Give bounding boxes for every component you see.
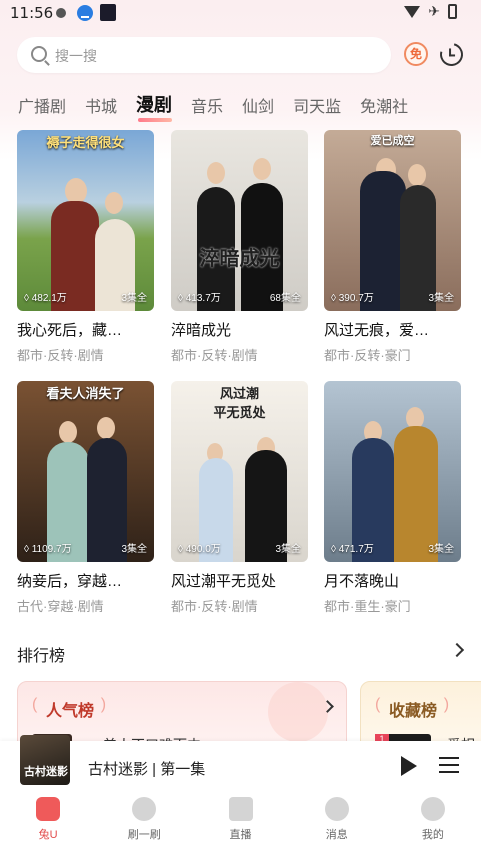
play-circle-icon [132, 797, 157, 821]
tab-2-active[interactable]: 漫剧 [136, 91, 173, 122]
home-icon [36, 797, 61, 821]
drama-poster[interactable]: 爱已成空 390.7万 3集全 [324, 130, 461, 311]
airplane-icon: ✈ [428, 3, 440, 19]
nav-label: 消息 [325, 829, 348, 841]
search-input[interactable]: 搜一搜 [17, 37, 391, 73]
nav-profile[interactable]: 我的 [385, 789, 481, 855]
tab-4[interactable]: 仙剑 [242, 93, 274, 119]
category-tabs: 广播剧 书城 漫剧 音乐 仙剑 司天监 免潮社 [18, 91, 408, 122]
nav-label: 我的 [421, 829, 444, 841]
drama-tags: 都市·反转·剧情 [17, 348, 104, 363]
drama-title: 月不落晚山 [324, 573, 400, 590]
drama-poster[interactable]: 风过潮 平无觅处 490.0万 3集全 [171, 381, 308, 562]
popular-ranking-title: 人气榜 [32, 696, 106, 721]
bottom-nav: 兔U 刷一刷 直播 消息 我的 [0, 789, 481, 855]
wifi-icon [404, 5, 421, 18]
drama-card[interactable]: 褥子走得很女 482.1万 3集全 我心死后，藏… 都市·反转·剧情 [17, 130, 154, 364]
player-thumbnail[interactable]: 古村迷影 [20, 735, 70, 785]
status-time: 11:56 [10, 4, 54, 22]
free-badge-icon[interactable]: 免 [404, 42, 428, 66]
drama-tags: 都市·反转·剧情 [171, 599, 258, 614]
player-thumb-text: 古村迷影 [24, 766, 68, 778]
view-count: 413.7万 [178, 289, 221, 304]
drama-title: 风过无痕，爱… [324, 322, 430, 339]
view-count: 482.1万 [24, 289, 67, 304]
nav-label: 直播 [229, 829, 252, 841]
decorative-blob [268, 682, 328, 742]
poster-text: 看夫人消失了 [46, 386, 125, 401]
drama-tags: 都市·反转·剧情 [171, 348, 258, 363]
poster-text: 爱已成空 [370, 135, 415, 147]
status-icons: ✈ [404, 3, 457, 20]
drama-card[interactable]: 爱已成空 390.7万 3集全 风过无痕，爱… 都市·反转·豪门 [324, 130, 461, 364]
tab-3[interactable]: 音乐 [191, 93, 223, 119]
playlist-icon[interactable] [439, 757, 459, 773]
nav-home[interactable]: 兔U [0, 789, 96, 855]
view-count: 490.0万 [178, 540, 221, 555]
ranking-header[interactable]: 排行榜 [17, 642, 65, 666]
search-icon [31, 46, 47, 62]
episode-count: 3集全 [428, 544, 454, 555]
nav-shuffle[interactable]: 刷一刷 [96, 789, 192, 855]
poster-text: 淬暗成光 [199, 248, 280, 270]
drama-title: 我心死后，藏… [17, 322, 123, 339]
chevron-right-icon[interactable] [449, 642, 465, 658]
profile-icon [420, 797, 445, 821]
drama-card[interactable]: 风过潮 平无觅处 490.0万 3集全 风过潮平无觅处 都市·反转·剧情 [171, 381, 308, 615]
drama-card[interactable]: 471.7万 3集全 月不落晚山 都市·重生·豪门 [324, 381, 461, 615]
poster-text: 褥子走得很女 [46, 135, 125, 150]
nav-label: 兔U [38, 829, 58, 841]
notification-dot-icon [56, 8, 66, 18]
drama-title: 纳妾后，穿越… [17, 573, 123, 590]
drama-tags: 都市·反转·豪门 [324, 348, 411, 363]
mini-player[interactable]: 古村迷影 古村迷影 | 第一集 [0, 735, 481, 789]
drama-card[interactable]: 看夫人消失了 1109.7万 3集全 纳妾后，穿越… 古代·穿越·剧情 [17, 381, 154, 615]
tab-6[interactable]: 免潮社 [360, 93, 408, 119]
drama-tags: 都市·重生·豪门 [324, 599, 411, 614]
poster-text: 风过潮 平无觅处 [213, 386, 266, 420]
episode-count: 3集全 [428, 293, 454, 304]
play-icon[interactable] [401, 756, 417, 776]
history-icon[interactable] [435, 38, 468, 71]
view-count: 390.7万 [331, 289, 374, 304]
drama-poster[interactable]: 看夫人消失了 1109.7万 3集全 [17, 381, 154, 562]
episode-count: 3集全 [275, 544, 301, 555]
nav-label: 刷一刷 [127, 829, 161, 841]
view-count: 1109.7万 [24, 540, 72, 555]
nav-live[interactable]: 直播 [192, 789, 288, 855]
episode-count: 3集全 [121, 544, 147, 555]
tab-1[interactable]: 书城 [85, 93, 117, 119]
search-placeholder: 搜一搜 [55, 48, 97, 64]
download-icon [77, 5, 93, 21]
player-title[interactable]: 古村迷影 | 第一集 [88, 758, 205, 779]
video-camera-icon [228, 797, 253, 821]
nav-messages[interactable]: 消息 [289, 789, 385, 855]
status-bar: 11:56 ✈ [0, 0, 481, 28]
view-count: 471.7万 [331, 540, 374, 555]
episode-count: 68集全 [269, 293, 301, 304]
drama-title: 淬暗成光 [171, 322, 232, 339]
app-notification-icon [100, 4, 116, 21]
drama-poster[interactable]: 淬暗成光 413.7万 68集全 [171, 130, 308, 311]
tab-0[interactable]: 广播剧 [18, 93, 66, 119]
drama-card[interactable]: 淬暗成光 413.7万 68集全 淬暗成光 都市·反转·剧情 [171, 130, 308, 364]
tab-5[interactable]: 司天监 [293, 93, 341, 119]
drama-poster[interactable]: 褥子走得很女 482.1万 3集全 [17, 130, 154, 311]
drama-poster[interactable]: 471.7万 3集全 [324, 381, 461, 562]
favorites-ranking-title: 收藏榜 [375, 696, 449, 721]
drama-tags: 古代·穿越·剧情 [17, 599, 104, 614]
message-icon [324, 797, 349, 821]
drama-title: 风过潮平无觅处 [171, 573, 277, 590]
battery-icon [448, 4, 457, 19]
episode-count: 3集全 [121, 293, 147, 304]
